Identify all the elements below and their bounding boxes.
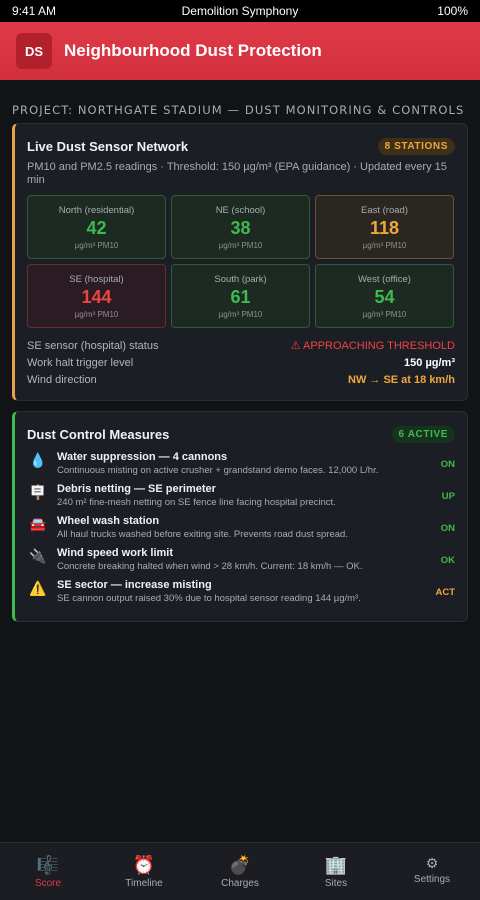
measure-wheel-wash[interactable]: 🚘 Wheel wash station All haul trucks was… [27,515,455,547]
measure-desc: Concrete breaking halted when wind > 28 … [57,561,363,572]
sensor-network-card: Live Dust Sensor Network 8 STATIONS PM10… [12,123,468,401]
page-title: Neighbourhood Dust Protection [64,41,322,60]
info-row-wind: Wind direction NW → SE at 18 km/h [27,371,455,388]
sensor-location: East (road) [361,205,408,216]
score-icon: 🎼 [36,855,60,875]
info-row-se-status: SE sensor (hospital) status ⚠ APPROACHIN… [27,337,455,354]
measure-state: ON [440,459,455,470]
tab-label: Sites [324,878,348,889]
tab-label: Score [34,878,62,889]
sensor-location: NE (school) [215,205,266,216]
alarm-clock-icon: ⏰ [132,855,156,875]
info-label: Work halt trigger level [27,356,134,369]
sensor-tile-west[interactable]: West (office) 54 µg/m³ PM10 [315,264,454,328]
stations-count-badge: 8 STATIONS [377,138,455,155]
measure-se-misting[interactable]: ⚠️ SE sector — increase misting SE canno… [27,579,455,611]
halt-level-value: 150 µg/m³ [404,356,455,369]
sensor-value: 144 [81,287,112,307]
measure-state: OK [440,555,455,566]
measure-wind-limit[interactable]: 🔌 Wind speed work limit Concrete breakin… [27,547,455,579]
measure-state: ON [440,523,455,534]
se-status-value: ⚠ APPROACHING THRESHOLD [290,340,455,352]
sensor-value: 118 [369,218,400,238]
active-count-badge: 6 ACTIVE [391,426,455,443]
measure-desc: Continuous misting on active crusher + g… [57,465,379,476]
measure-title: SE sector — increase misting [57,579,212,591]
measure-desc: SE cannon output raised 30% due to hospi… [57,593,361,604]
office-building-icon: 🏢 [324,855,348,875]
measure-debris-netting[interactable]: 🪧 Debris netting — SE perimeter 240 m² f… [27,483,455,515]
info-label: SE sensor (hospital) status [27,339,159,352]
warning-icon: ⚠️ [29,580,47,596]
sensor-location: South (park) [214,274,267,285]
sensor-unit: µg/m³ PM10 [74,241,119,250]
measure-water-suppression[interactable]: 💧 Water suppression — 4 cannons Continuo… [27,451,455,483]
bottom-tab-bar: 🎼 Score ⏰ Timeline 💣 Charges 🏢 Sites ⚙ S… [0,842,480,900]
sensor-unit: µg/m³ PM10 [218,241,263,250]
status-bar: 9:41 AM Demolition Symphony 100% [0,0,480,22]
sensor-value: 54 [374,287,395,307]
info-row-halt-level: Work halt trigger level 150 µg/m³ [27,354,455,371]
app-header: DS Neighbourhood Dust Protection [0,22,480,80]
dust-control-card: Dust Control Measures 6 ACTIVE 💧 Water s… [12,411,468,622]
sensor-value: 38 [230,218,251,238]
sensor-tile-se[interactable]: SE (hospital) 144 µg/m³ PM10 [27,264,166,328]
measure-title: Water suppression — 4 cannons [57,451,228,463]
sensor-unit: µg/m³ PM10 [74,310,119,319]
sensor-unit: µg/m³ PM10 [362,241,407,250]
sensor-info-rows: SE sensor (hospital) status ⚠ APPROACHIN… [15,328,467,400]
gear-icon: ⚙ [425,855,439,871]
sensor-value: 61 [230,287,251,307]
measure-title: Debris netting — SE perimeter [57,483,216,495]
tab-charges[interactable]: 💣 Charges [192,843,288,900]
water-drop-icon: 💧 [29,452,47,468]
car-icon: 🚘 [29,516,47,532]
sensor-card-title: Live Dust Sensor Network [27,139,189,154]
tab-timeline[interactable]: ⏰ Timeline [96,843,192,900]
sensor-grid: North (residential) 42 µg/m³ PM10 NE (sc… [15,187,467,328]
signboard-icon: 🪧 [29,484,47,500]
sensor-location: North (residential) [58,205,135,216]
measure-title: Wind speed work limit [57,547,174,559]
tab-label: Timeline [125,878,163,889]
measure-state: UP [441,491,455,502]
tab-label: Charges [221,878,259,889]
sensor-card-subtitle: PM10 and PM2.5 readings · Threshold: 150… [27,161,447,186]
sensor-location: West (office) [358,274,411,285]
sensor-tile-south[interactable]: South (park) 61 µg/m³ PM10 [171,264,310,328]
plug-icon: 🔌 [29,548,47,564]
sensor-tile-ne[interactable]: NE (school) 38 µg/m³ PM10 [171,195,310,259]
status-time: 9:41 AM [12,4,57,18]
app-logo-badge[interactable]: DS [16,33,52,69]
status-app-name: Demolition Symphony [181,4,299,18]
sensor-unit: µg/m³ PM10 [218,310,263,319]
measure-title: Wheel wash station [57,515,160,527]
sensor-location: SE (hospital) [69,274,124,285]
measure-desc: 240 m² fine-mesh netting on SE fence lin… [57,497,336,508]
info-label: Wind direction [27,373,97,386]
tab-settings[interactable]: ⚙ Settings [384,843,480,900]
wind-direction-value: NW → SE at 18 km/h [348,373,455,386]
status-battery: 100% [437,4,468,18]
sensor-unit: µg/m³ PM10 [362,310,407,319]
sensor-tile-north[interactable]: North (residential) 42 µg/m³ PM10 [27,195,166,259]
measure-state: ACT [435,587,455,598]
sensor-tile-east[interactable]: East (road) 118 µg/m³ PM10 [315,195,454,259]
tab-score[interactable]: 🎼 Score [0,843,96,900]
measures-list: 💧 Water suppression — 4 cannons Continuo… [15,443,467,621]
tab-sites[interactable]: 🏢 Sites [288,843,384,900]
measure-desc: All haul trucks washed before exiting si… [57,529,348,540]
bomb-icon: 💣 [228,855,252,875]
sensor-value: 42 [86,218,107,238]
project-label: PROJECT: NORTHGATE STADIUM — DUST MONITO… [12,103,465,117]
tab-label: Settings [413,874,451,885]
measures-card-title: Dust Control Measures [27,427,170,442]
